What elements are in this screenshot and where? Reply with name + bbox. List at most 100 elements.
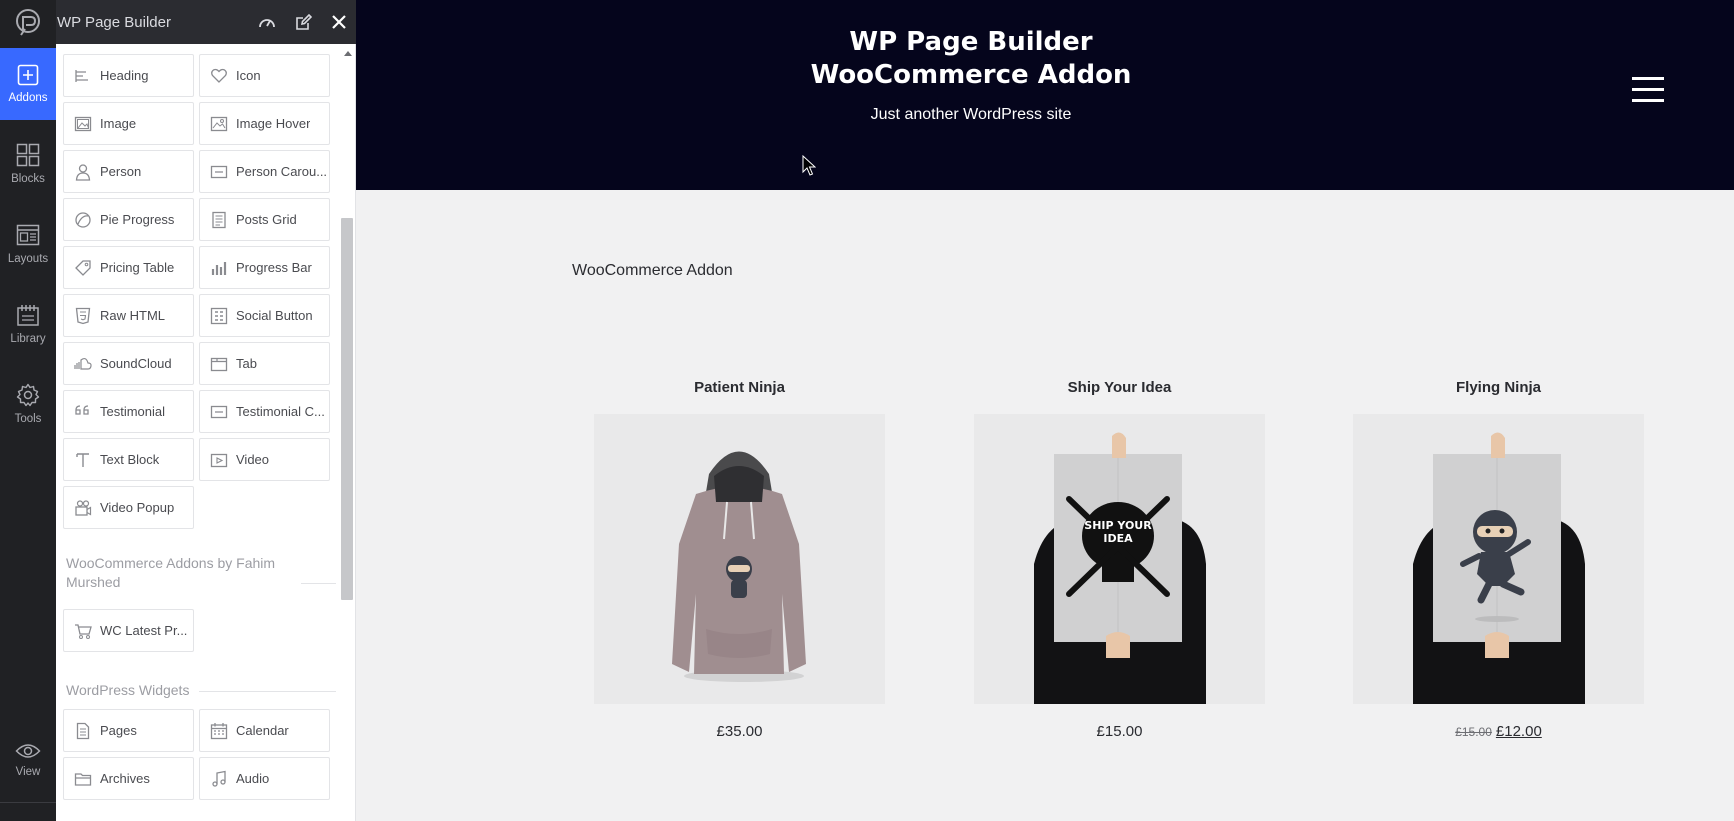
rail-item-library[interactable]: Library xyxy=(0,288,56,360)
addon-posts-grid[interactable]: Posts Grid xyxy=(199,198,330,241)
product-name[interactable]: Flying Ninja xyxy=(1353,378,1644,414)
product-card: Patient Ninja £35.00 xyxy=(594,378,885,740)
hoodie-image xyxy=(672,451,806,682)
addon-label: Progress Bar xyxy=(236,260,312,275)
product-image[interactable] xyxy=(594,414,885,704)
eye-icon xyxy=(15,744,41,758)
addon-label: Pages xyxy=(100,723,137,738)
addon-label: Video xyxy=(236,452,270,467)
sidebar-rail: Addons Blocks Layouts Library Tools View xyxy=(0,0,56,821)
rail-item-layouts[interactable]: Layouts xyxy=(0,208,56,280)
product-price: £15.00 xyxy=(974,723,1265,740)
library-icon xyxy=(17,305,39,326)
addon-label: Person Carou... xyxy=(236,164,328,179)
addon-pie-progress[interactable]: Pie Progress xyxy=(63,198,194,241)
carousel-icon xyxy=(210,403,228,421)
logo-icon xyxy=(16,9,40,36)
product-sale-price: £12.00 xyxy=(1495,723,1542,740)
layouts-icon xyxy=(16,224,40,246)
music-note-icon xyxy=(210,770,228,788)
addon-pricing-table[interactable]: Pricing Table xyxy=(63,246,194,289)
blocks-icon xyxy=(16,143,40,167)
folder-icon xyxy=(74,770,92,788)
product-old-price: £15.00 xyxy=(1455,725,1492,739)
menu-toggle-button[interactable] xyxy=(1632,77,1664,103)
addon-label: Audio xyxy=(236,771,270,786)
rail-item-view[interactable]: View xyxy=(0,724,56,796)
carousel-icon xyxy=(210,163,228,181)
addon-person[interactable]: Person xyxy=(63,150,194,193)
site-title[interactable]: WP Page Builder WooCommerce Addon xyxy=(208,26,1734,92)
addon-label: Text Block xyxy=(100,452,160,467)
product-card: Flying Ninja £15.00 £12.00 xyxy=(1353,378,1644,740)
addon-heading[interactable]: Heading xyxy=(63,54,194,97)
addon-video-popup[interactable]: Video Popup xyxy=(63,486,194,529)
svg-text:IDEA: IDEA xyxy=(1103,532,1133,545)
addon-label: Posts Grid xyxy=(236,212,297,227)
rail-item-label: Addons xyxy=(8,92,48,104)
section-title-text: WooCommerce Addons by Fahim Murshed xyxy=(66,555,276,590)
site-title-line: WP Page Builder xyxy=(849,27,1093,57)
addon-label: Testimonial xyxy=(100,404,166,419)
addon-wc-latest-pr[interactable]: WC Latest Pr... xyxy=(63,609,194,652)
poster-ship-your-idea-image: SHIP YOUR IDEA xyxy=(1034,432,1206,704)
rail-item-label: Tools xyxy=(14,413,42,425)
rail-item-blocks[interactable]: Blocks xyxy=(0,128,56,200)
hamburger-icon-bar xyxy=(1632,88,1664,91)
woocommerce-addons-grid: WC Latest Pr... xyxy=(63,609,333,652)
product-image[interactable]: SHIP YOUR IDEA xyxy=(974,414,1265,704)
site-title-line: WooCommerce Addon xyxy=(810,60,1132,90)
addon-archives[interactable]: Archives xyxy=(63,757,194,800)
addon-label: Calendar xyxy=(236,723,289,738)
addon-label: Testimonial C... xyxy=(236,404,325,419)
rail-item-label: View xyxy=(15,766,41,778)
svg-text:SHIP YOUR: SHIP YOUR xyxy=(1084,519,1152,532)
divider xyxy=(301,583,336,584)
product-price-value: £35.00 xyxy=(716,723,763,740)
section-title-woocommerce: WooCommerce Addons by Fahim Murshed xyxy=(66,550,336,592)
rail-item-label: Blocks xyxy=(11,173,45,185)
product-price: £15.00 £12.00 xyxy=(1353,723,1644,740)
rail-item-tools[interactable]: Tools xyxy=(0,368,56,440)
panel-scrollbar[interactable] xyxy=(341,218,353,600)
addon-tab[interactable]: Tab xyxy=(199,342,330,385)
addon-label: Heading xyxy=(100,68,149,83)
divider xyxy=(199,691,336,692)
pie-progress-icon xyxy=(74,211,92,229)
addon-testimonial-c[interactable]: Testimonial C... xyxy=(199,390,330,433)
product-image[interactable] xyxy=(1353,414,1644,704)
addon-soundcloud[interactable]: SoundCloud xyxy=(63,342,194,385)
addon-label: SoundCloud xyxy=(100,356,172,371)
price-tag-icon xyxy=(74,259,92,277)
video-icon xyxy=(210,451,228,469)
plus-square-icon xyxy=(17,64,39,86)
rail-item-label: Library xyxy=(10,333,46,345)
cart-icon xyxy=(74,622,92,640)
addon-label: Video Popup xyxy=(100,500,175,515)
video-camera-icon xyxy=(74,499,92,517)
addon-audio[interactable]: Audio xyxy=(199,757,330,800)
addon-testimonial[interactable]: Testimonial xyxy=(63,390,194,433)
rail-item-addons[interactable]: Addons xyxy=(0,48,56,120)
hamburger-icon-bar xyxy=(1632,99,1664,102)
addon-raw-html[interactable]: Raw HTML xyxy=(63,294,194,337)
product-price: £35.00 xyxy=(594,723,885,740)
addon-social-button[interactable]: Social Button xyxy=(199,294,330,337)
addon-pages[interactable]: Pages xyxy=(63,709,194,752)
addon-image[interactable]: Image xyxy=(63,102,194,145)
product-name[interactable]: Ship Your Idea xyxy=(974,378,1265,414)
section-title-wordpress: WordPress Widgets xyxy=(66,670,336,700)
soundcloud-icon xyxy=(74,355,92,373)
addon-text-block[interactable]: Text Block xyxy=(63,438,194,481)
app-logo[interactable] xyxy=(0,0,56,44)
addon-video[interactable]: Video xyxy=(199,438,330,481)
addon-person-carou[interactable]: Person Carou... xyxy=(199,150,330,193)
gear-icon xyxy=(16,383,40,407)
product-name[interactable]: Patient Ninja xyxy=(594,378,885,414)
addon-progress-bar[interactable]: Progress Bar xyxy=(199,246,330,289)
addon-calendar[interactable]: Calendar xyxy=(199,709,330,752)
addon-label: Person xyxy=(100,164,142,179)
rail-item-label: Layouts xyxy=(7,253,49,265)
divider xyxy=(0,802,56,803)
quote-icon xyxy=(74,403,92,421)
